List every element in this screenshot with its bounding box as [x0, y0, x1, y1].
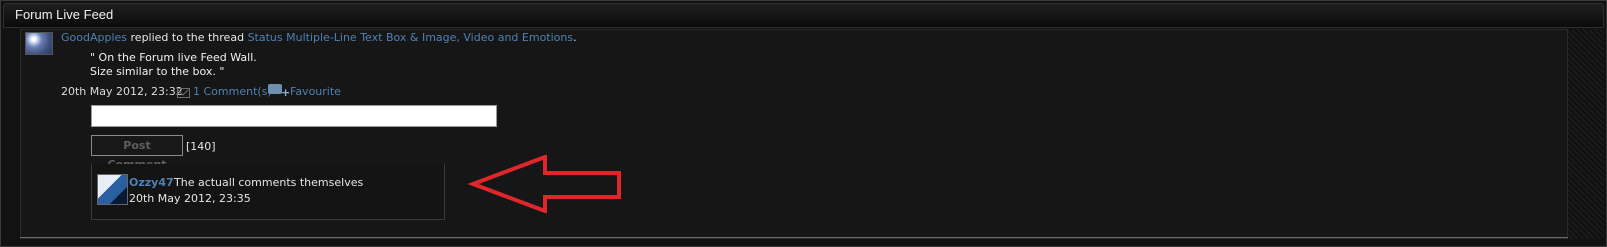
post-user-link[interactable]: GoodApples — [61, 31, 127, 44]
commenter-link[interactable]: Ozzy47 — [129, 176, 174, 189]
red-arrow-annotation — [468, 155, 621, 213]
post-comment-button[interactable]: Post Comment — [91, 135, 183, 171]
comments-count-link[interactable]: 1 Comment(s) — [193, 85, 272, 98]
divider — [20, 237, 1568, 238]
comment-text: The actuall comments themselves — [174, 176, 364, 189]
favourite-link[interactable]: Favourite — [290, 85, 341, 98]
envelope-icon — [177, 88, 190, 98]
post-headline: GoodApples replied to the thread Status … — [61, 31, 577, 44]
quote-line-1: " On the Forum live Feed Wall. — [90, 51, 257, 64]
comment-item: Ozzy47 The actuall comments themselves 2… — [91, 164, 445, 220]
post-period: . — [573, 31, 577, 44]
scrollbar[interactable] — [1567, 29, 1604, 239]
quote-line-2: Size similar to the box. " — [90, 65, 225, 78]
post-quote: " On the Forum live Feed Wall. Size simi… — [90, 51, 257, 79]
comment-input[interactable] — [91, 105, 497, 127]
post-meta: 20th May 2012, 23:32 1 Comment(s) Favour… — [61, 84, 341, 98]
char-count: [140] — [186, 140, 216, 153]
post-action-text: replied to the thread — [130, 31, 245, 44]
commenter-avatar[interactable] — [97, 174, 128, 205]
comment-timestamp: 20th May 2012, 23:35 — [129, 192, 251, 205]
favourite-plus-icon[interactable] — [268, 84, 290, 98]
user-avatar[interactable] — [25, 32, 53, 55]
arrow-outline — [468, 155, 621, 213]
thread-link[interactable]: Status Multiple-Line Text Box & Image, V… — [248, 31, 574, 44]
widget-title: Forum Live Feed — [15, 7, 114, 22]
post-timestamp: 20th May 2012, 23:32 — [61, 85, 183, 98]
widget-header: Forum Live Feed — [3, 3, 1604, 28]
